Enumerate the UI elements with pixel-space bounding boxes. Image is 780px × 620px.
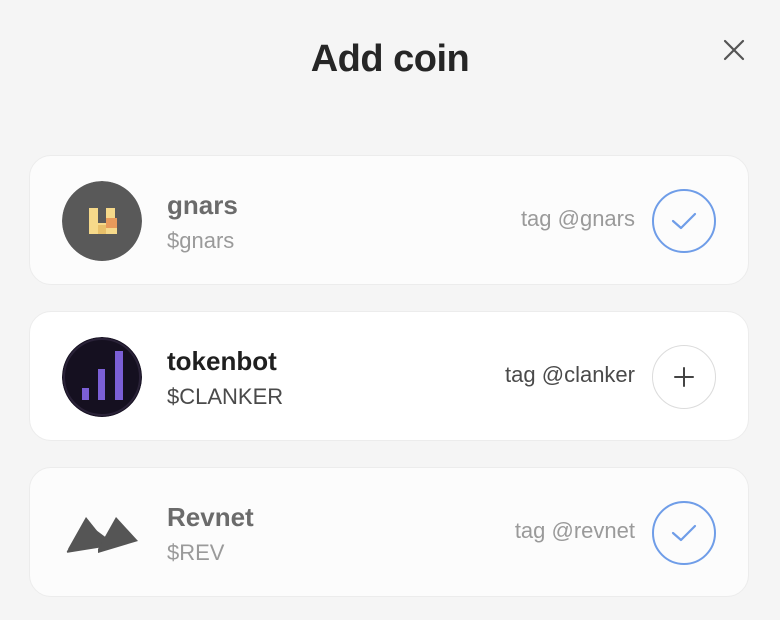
close-icon [723, 39, 745, 61]
plus-icon [674, 367, 694, 387]
coin-name: tokenbot [167, 346, 277, 376]
check-icon [671, 524, 697, 542]
coin-card-gnars[interactable]: gnars $gnars tag @gnars [29, 155, 749, 285]
coin-symbol: $gnars [167, 228, 235, 253]
coin-card-tokenbot[interactable]: tokenbot $CLANKER tag @clanker [29, 311, 749, 441]
coin-symbol: $REV [167, 540, 225, 565]
tokenbot-logo [62, 337, 142, 417]
added-toggle-button[interactable] [652, 501, 716, 565]
coin-card-revnet[interactable]: Revnet $REV tag @revnet [29, 467, 749, 597]
modal-title: Add coin [310, 38, 470, 80]
coin-name: gnars [167, 190, 238, 220]
gnars-logo [62, 181, 142, 261]
coin-tag: tag @revnet [514, 518, 635, 543]
coin-tag: tag @gnars [520, 206, 635, 231]
revnet-logo [62, 493, 142, 573]
coin-name: Revnet [167, 502, 254, 532]
add-coin-button[interactable] [652, 345, 716, 409]
close-button[interactable] [718, 34, 750, 66]
added-toggle-button[interactable] [652, 189, 716, 253]
add-coin-modal: Add coin gnars $gnars tag @gnars tokenbo… [0, 0, 780, 620]
coin-tag: tag @clanker [505, 362, 635, 387]
check-icon [671, 212, 697, 230]
coin-symbol: $CLANKER [167, 384, 284, 409]
